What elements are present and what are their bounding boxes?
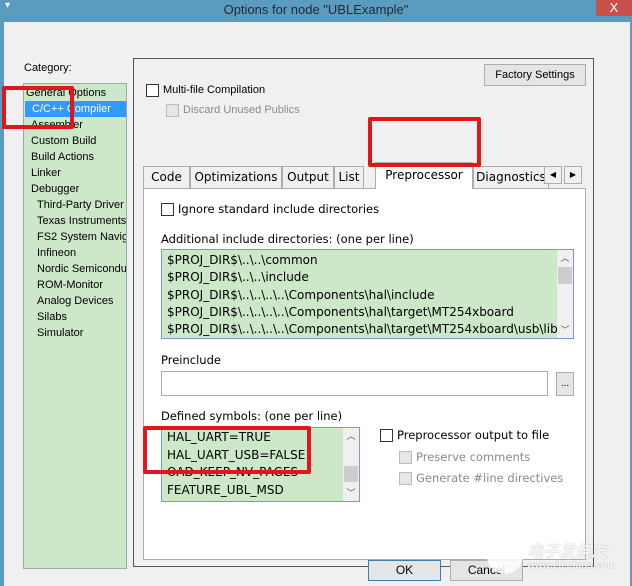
line-directives-checkbox [399, 472, 412, 485]
discard-unused-publics-label: Discard Unused Publics [183, 104, 300, 116]
dialog-client: Category: General Options C/C++ Compiler A… [4, 22, 630, 586]
pp-output-to-file-label: Preprocessor output to file [397, 428, 550, 442]
include-dirs-textbox[interactable]: $PROJ_DIR$\..\..\common $PROJ_DIR$\..\..\… [161, 249, 574, 339]
scroll-thumb[interactable] [344, 466, 358, 482]
ok-button[interactable]: OK [368, 560, 441, 581]
category-item[interactable]: ROM-Monitor [37, 277, 103, 293]
ignore-std-include-label: Ignore standard include directories [178, 202, 380, 216]
tab-preprocessor[interactable]: Preprocessor [375, 162, 473, 189]
multi-file-compilation-checkbox[interactable] [146, 84, 159, 97]
category-item[interactable]: Infineon [37, 245, 76, 261]
category-item[interactable]: Silabs [37, 309, 67, 325]
close-icon: X [609, 0, 619, 15]
category-list[interactable]: General Options C/C++ Compiler Assembler Cu… [23, 83, 127, 569]
cancel-button[interactable]: Cancel [450, 560, 523, 581]
line-directives-label: Generate #line directives [416, 471, 564, 485]
preprocessor-tab-page: Ignore standard include directories Addi… [143, 188, 586, 560]
close-button[interactable]: X [596, 0, 632, 16]
arrow-right-icon: ▶ [569, 170, 577, 179]
category-item[interactable]: Assembler [31, 117, 83, 133]
scroll-thumb[interactable] [558, 267, 572, 284]
category-item[interactable]: Linker [31, 165, 61, 181]
preserve-comments-label: Preserve comments [416, 450, 531, 464]
include-dir-line: $PROJ_DIR$\..\..\..\..\Components\hal\ta… [167, 304, 514, 319]
tab-diagnostics[interactable]: Diagnostics [473, 166, 549, 188]
preinclude-input[interactable] [161, 371, 548, 396]
title-bar: ▾ Options for node "UBLExample" X [0, 0, 632, 22]
scroll-down-icon[interactable]: ﹀ [343, 485, 359, 501]
category-item[interactable]: C/C++ Compiler [25, 101, 126, 117]
tab-output[interactable]: Output [282, 166, 334, 188]
defined-symbol-line: HAL_UART=TRUE [167, 430, 271, 444]
category-item[interactable]: Build Actions [31, 149, 94, 165]
defined-symbol-line: HAL_UART_USB=FALSE [167, 447, 306, 462]
window-title: Options for node "UBLExample" [223, 2, 409, 17]
tab-list[interactable]: List [334, 166, 364, 188]
include-dir-line: $PROJ_DIR$\..\..\..\..\Components\hal\in… [167, 287, 435, 302]
preinclude-label: Preinclude [161, 353, 221, 367]
arrow-left-icon: ◀ [549, 170, 557, 179]
category-item[interactable]: Third-Party Driver [37, 197, 124, 213]
include-dir-line: $PROJ_DIR$\..\..\common [167, 253, 318, 267]
tab-optimizations[interactable]: Optimizations [190, 166, 282, 188]
category-item[interactable]: Nordic Semiconductor [37, 261, 126, 277]
preinclude-browse-button[interactable]: ... [556, 372, 574, 396]
ignore-std-include-checkbox[interactable] [161, 203, 174, 216]
include-dirs-label: Additional include directories: (one per… [161, 232, 414, 246]
include-dir-line: $PROJ_DIR$\..\..\include [167, 270, 309, 285]
category-item[interactable]: General Options [26, 85, 106, 101]
include-dir-line: $PROJ_DIR$\..\..\..\..\Components\hal\ta… [167, 322, 558, 337]
scroll-down-icon[interactable]: ﹀ [557, 322, 573, 338]
multi-file-compilation-label: Multi-file Compilation [163, 84, 266, 96]
tab-code[interactable]: Code [143, 166, 190, 188]
category-item[interactable]: Simulator [37, 325, 83, 341]
defined-symbols-textbox[interactable]: HAL_UART=TRUE HAL_UART_USB=FALSE OAD_KEEP_… [161, 427, 360, 502]
defined-symbol-line: OAD_KEEP_NV_PAGES [167, 465, 299, 479]
category-label: Category: [24, 62, 72, 74]
factory-settings-button[interactable]: Factory Settings [484, 64, 586, 86]
category-item[interactable]: Texas Instruments [37, 213, 126, 229]
include-dirs-scrollbar[interactable]: ︿ ﹀ [557, 250, 573, 338]
category-item[interactable]: FS2 System Navigator [37, 229, 126, 245]
defined-symbols-scrollbar[interactable]: ︿ ﹀ [343, 428, 359, 501]
defined-symbols-label: Defined symbols: (one per line) [161, 409, 343, 423]
discard-unused-publics-checkbox [166, 104, 179, 117]
scroll-up-icon[interactable]: ︿ [343, 428, 359, 444]
pp-output-to-file-checkbox[interactable] [380, 429, 393, 442]
tab-scroll-right-button[interactable]: ▶ [564, 166, 582, 184]
defined-symbol-line: FEATURE_UBL_MSD [167, 482, 284, 497]
category-item[interactable]: Custom Build [31, 133, 96, 149]
category-item[interactable]: Debugger [31, 181, 79, 197]
category-item[interactable]: Analog Devices [37, 293, 113, 309]
scroll-up-icon[interactable]: ︿ [557, 250, 573, 266]
preserve-comments-checkbox [399, 451, 412, 464]
options-panel: Factory Settings Multi-file Compilation … [133, 58, 594, 567]
tab-scroll-left-button[interactable]: ◀ [544, 166, 562, 184]
